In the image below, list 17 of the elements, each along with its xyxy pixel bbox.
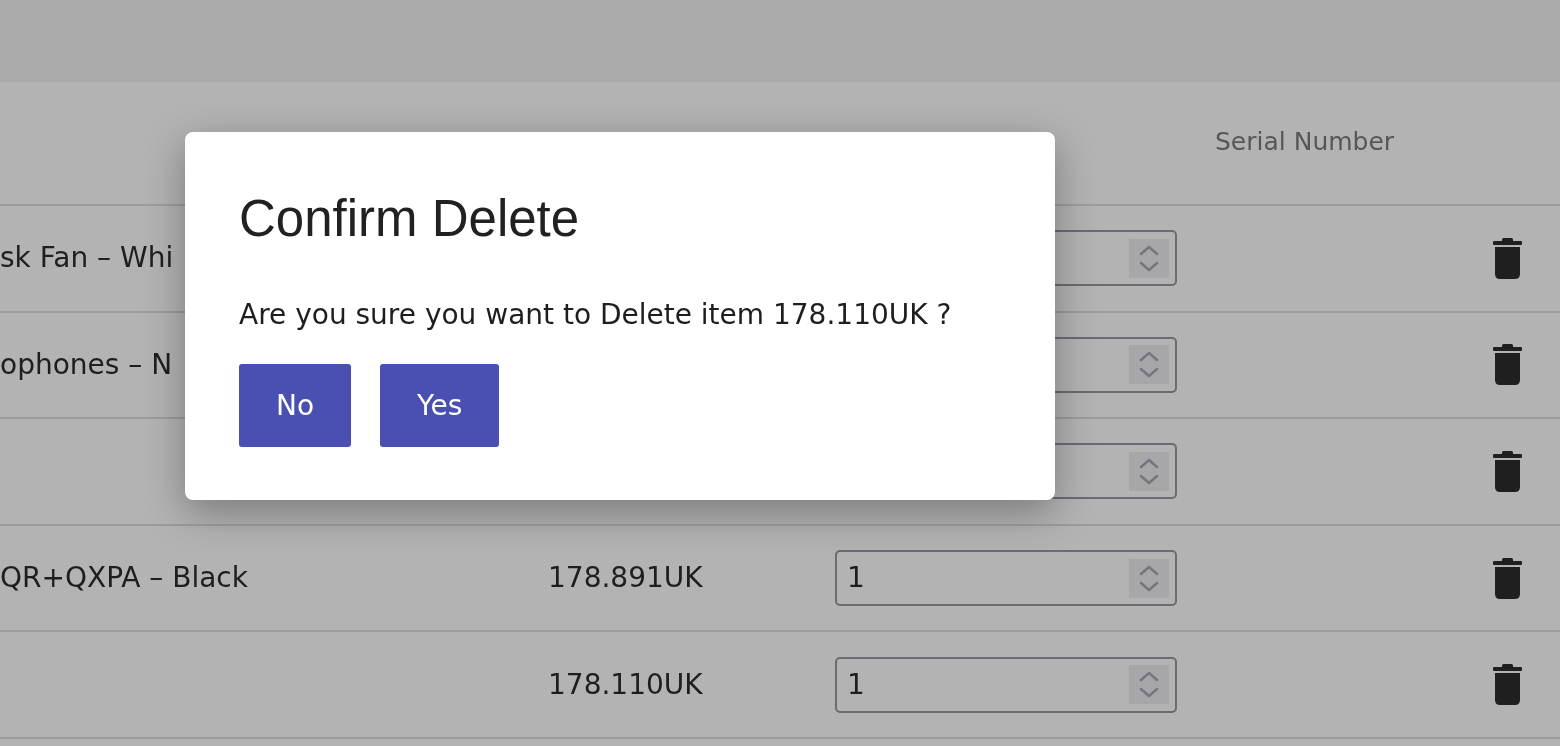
trash-icon[interactable] [1493, 557, 1522, 599]
quantity-field[interactable]: 1 [835, 550, 1177, 607]
trash-icon[interactable] [1493, 664, 1522, 706]
trash-icon[interactable] [1493, 344, 1522, 386]
dialog-title: Confirm Delete [239, 189, 580, 249]
column-header: Serial Number [1215, 126, 1395, 158]
dialog-button[interactable]: Yes [380, 364, 500, 447]
dialog-button[interactable]: No [239, 364, 352, 447]
item-code: 178.891UK [548, 561, 703, 596]
trash-icon[interactable] [1493, 451, 1522, 492]
dialog-message: Are you sure you want to Delete item 178.110UK ? [239, 298, 952, 332]
product-name: sk Fan – Whi [0, 241, 174, 276]
item-code: 178.110UK [548, 667, 703, 702]
trash-icon[interactable] [1493, 237, 1522, 279]
quantity-field[interactable]: 1 [835, 656, 1177, 713]
product-name: ophones – N [0, 347, 173, 382]
product-name: QR+QXPA – Black [0, 561, 248, 596]
